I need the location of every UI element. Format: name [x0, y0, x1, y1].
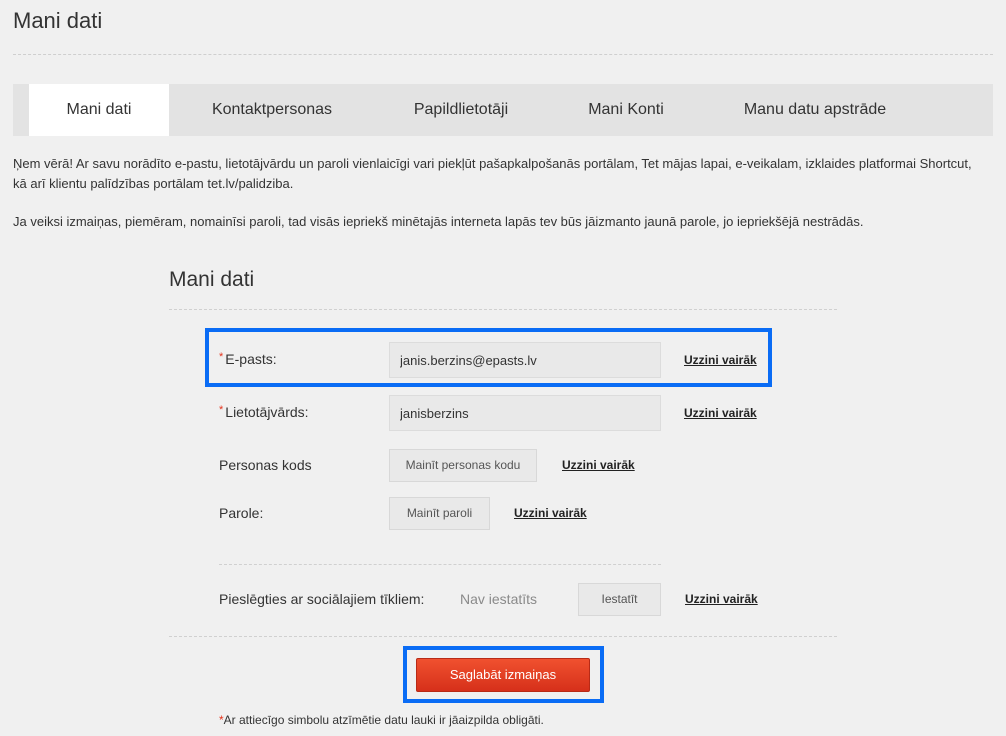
social-setup-button[interactable]: Iestatīt	[578, 583, 661, 616]
save-changes-button[interactable]: Saglabāt izmaiņas	[416, 658, 590, 692]
username-learn-more-link[interactable]: Uzzini vairāk	[684, 406, 757, 420]
email-field[interactable]	[389, 342, 661, 378]
tab-papildlietotaji[interactable]: Papildlietotāji	[387, 84, 535, 136]
footnote-text: Ar attiecīgo simbolu atzīmētie datu lauk…	[223, 713, 544, 727]
personal-code-label: Personas kods	[219, 457, 312, 473]
change-password-button[interactable]: Mainīt paroli	[389, 497, 490, 530]
tab-mani-dati[interactable]: Mani dati	[29, 84, 169, 136]
section-title: Mani dati	[169, 268, 255, 291]
tab-manu-datu-apstrade[interactable]: Manu datu apstrāde	[719, 84, 911, 136]
personal-code-learn-more-link[interactable]: Uzzini vairāk	[562, 458, 635, 472]
notice-text-2: Ja veiksi izmaiņas, piemēram, nomainīsi …	[13, 214, 864, 229]
divider	[219, 564, 661, 565]
social-login-label: Pieslēgties ar sociālajiem tīkliem:	[219, 591, 425, 607]
required-mark: *	[219, 351, 224, 363]
required-footnote: *Ar attiecīgo simbolu atzīmētie datu lau…	[219, 713, 544, 727]
username-label-text: Lietotājvārds:	[225, 404, 309, 420]
social-login-status: Nav iestatīts	[460, 591, 538, 607]
username-field[interactable]	[389, 395, 661, 431]
required-mark: *	[219, 404, 224, 416]
notice-text: Ņem vērā! Ar savu norādīto e-pastu, liet…	[13, 156, 972, 191]
password-label: Parole:	[219, 505, 264, 521]
email-learn-more-link[interactable]: Uzzini vairāk	[684, 353, 757, 367]
social-learn-more-link[interactable]: Uzzini vairāk	[685, 592, 758, 606]
tab-mani-konti[interactable]: Mani Konti	[565, 84, 687, 136]
divider	[13, 54, 993, 55]
divider	[169, 309, 837, 310]
username-label: * Lietotājvārds:	[219, 404, 309, 420]
tab-bar: Mani dati Kontaktpersonas Papildlietotāj…	[13, 84, 993, 136]
change-personal-code-button[interactable]: Mainīt personas kodu	[389, 449, 537, 482]
password-learn-more-link[interactable]: Uzzini vairāk	[514, 506, 587, 520]
email-label-text: E-pasts:	[225, 351, 277, 367]
divider	[169, 636, 837, 637]
tab-kontaktpersonas[interactable]: Kontaktpersonas	[189, 84, 355, 136]
page-title: Mani dati	[13, 8, 103, 33]
email-label: * E-pasts:	[219, 351, 277, 367]
